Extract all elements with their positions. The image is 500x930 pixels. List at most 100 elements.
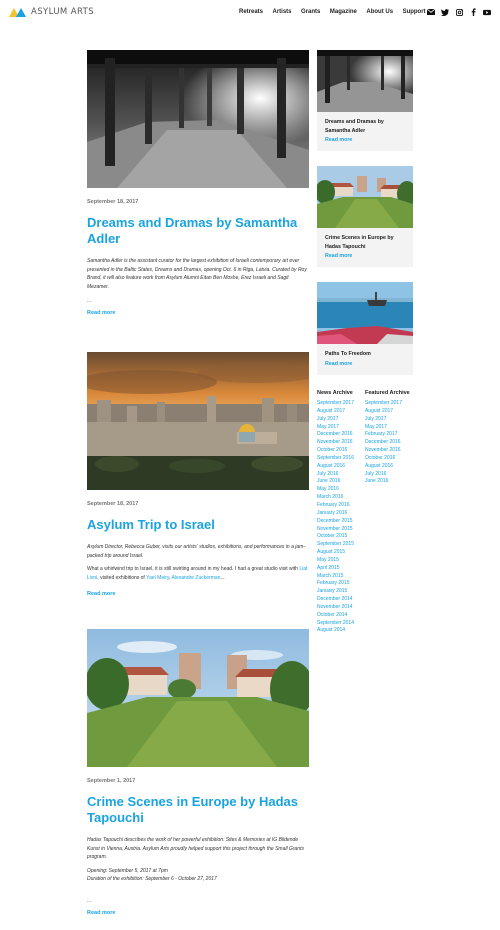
post-ellipsis: ...: [87, 897, 92, 904]
news-archive-item[interactable]: December 2015: [317, 518, 354, 526]
nav-grants[interactable]: Grants: [301, 9, 320, 15]
post-body-text: What a whirlwind trip to Israel, it is s…: [87, 566, 300, 572]
news-archive-item[interactable]: April 2015: [317, 565, 354, 573]
news-archive-item[interactable]: August 2015: [317, 549, 354, 557]
read-more-link[interactable]: Read more: [87, 910, 309, 916]
nav-magazine[interactable]: Magazine: [330, 9, 357, 15]
news-archive-item[interactable]: September 2015: [317, 541, 354, 549]
post-title[interactable]: Dreams and Dramas by Samantha Adler: [87, 215, 309, 247]
post-excerpt: Asylum Director, Rebecca Guber, visits o…: [87, 544, 305, 559]
featured-archive-item[interactable]: February 2017: [365, 431, 410, 439]
featured-archive-item[interactable]: August 2017: [365, 408, 410, 416]
site-logo[interactable]: ASYLUM ARTS: [9, 7, 94, 17]
sidebar-card-title[interactable]: Paths To Freedom: [317, 344, 413, 359]
news-archive-item[interactable]: November 2015: [317, 526, 354, 534]
mail-icon[interactable]: [427, 8, 435, 16]
news-archive-heading: News Archive: [317, 390, 353, 396]
nav-support[interactable]: Support: [403, 9, 426, 15]
news-archive-item[interactable]: September 2016: [317, 455, 354, 463]
news-archive-item[interactable]: August 2016: [317, 463, 354, 471]
news-archive-item[interactable]: August 2014: [317, 627, 354, 635]
sidebar-card-crime-scenes[interactable]: Crime Scenes in Europe by Hadas Tapouchi…: [317, 166, 413, 267]
facebook-icon[interactable]: [469, 8, 477, 16]
sidebar-card-dreams-and-dramas[interactable]: Dreams and Dramas by Samantha Adler Read…: [317, 50, 413, 151]
post-body-text: , visited exhibitions of: [97, 574, 147, 581]
featured-archive-item[interactable]: August 2016: [365, 463, 410, 471]
news-archive-item[interactable]: February 2016: [317, 502, 354, 510]
news-archive-item[interactable]: October 2015: [317, 533, 354, 541]
news-archive-item[interactable]: September 2017: [317, 400, 354, 408]
featured-archive-item[interactable]: November 2016: [365, 447, 410, 455]
post-duration: Duration of the exhibition: September 6 …: [87, 876, 217, 882]
twitter-icon[interactable]: [441, 8, 449, 16]
news-archive-item[interactable]: November 2014: [317, 604, 354, 612]
news-archive-item[interactable]: March 2015: [317, 573, 354, 581]
news-archive-item[interactable]: March 2016: [317, 494, 354, 502]
news-archive-item[interactable]: November 2016: [317, 439, 354, 447]
post-asylum-trip-to-israel: September 18, 2017 Asylum Trip to Israel…: [87, 352, 309, 597]
post-title[interactable]: Asylum Trip to Israel: [87, 517, 309, 533]
news-archive-item[interactable]: January 2016: [317, 510, 354, 518]
post-crime-scenes-in-europe: September 1, 2017 Crime Scenes in Europe…: [87, 629, 309, 916]
youtube-icon[interactable]: [483, 8, 491, 16]
sidebar-card-image[interactable]: [317, 282, 413, 344]
post-body-text: ...: [220, 574, 225, 581]
post-date: September 1, 2017: [87, 778, 136, 784]
site-header: ASYLUM ARTS Retreats Artists Grants Maga…: [0, 0, 500, 26]
social-icons: [427, 8, 491, 16]
sidebar-card-read-more[interactable]: Read more: [317, 135, 413, 151]
news-archive-item[interactable]: February 2015: [317, 580, 354, 588]
instagram-icon[interactable]: [455, 8, 463, 16]
news-archive-list: September 2017 August 2017 July 2017 May 20…: [317, 400, 354, 635]
sidebar-card-read-more[interactable]: Read more: [317, 359, 413, 375]
post-date: September 18, 2017: [87, 501, 139, 507]
news-archive-item[interactable]: May 2016: [317, 486, 354, 494]
featured-archive-item[interactable]: July 2017: [365, 416, 410, 424]
read-more-link[interactable]: Read more: [87, 310, 309, 316]
news-archive-item[interactable]: May 2017: [317, 424, 354, 432]
news-archive-item[interactable]: July 2016: [317, 471, 354, 479]
sidebar-card-title[interactable]: Crime Scenes in Europe by Hadas Tapouchi: [317, 228, 413, 251]
news-archive-item[interactable]: July 2017: [317, 416, 354, 424]
read-more-link[interactable]: Read more: [87, 591, 309, 597]
sidebar-card-read-more[interactable]: Read more: [317, 251, 413, 267]
featured-archive-item[interactable]: October 2016: [365, 455, 410, 463]
news-archive-item[interactable]: January 2015: [317, 588, 354, 596]
sidebar-card-paths-to-freedom[interactable]: Paths To Freedom Read more: [317, 282, 413, 375]
news-archive-item[interactable]: December 2016: [317, 431, 354, 439]
news-archive-item[interactable]: October 2014: [317, 612, 354, 620]
post-opening: Opening: September 5, 2017 at 7pm: [87, 867, 168, 874]
post-image-warehouse[interactable]: [87, 50, 309, 188]
featured-archive-item[interactable]: December 2016: [365, 439, 410, 447]
logo-text: ASYLUM ARTS: [31, 7, 95, 17]
news-archive-item[interactable]: May 2015: [317, 557, 354, 565]
news-archive-item[interactable]: September 2014: [317, 620, 354, 628]
post-image-courtyard[interactable]: [87, 629, 309, 767]
news-archive-item[interactable]: December 2014: [317, 596, 354, 604]
featured-archive-item[interactable]: June 2016: [365, 478, 410, 486]
nav-artists[interactable]: Artists: [273, 9, 292, 15]
featured-archive-item[interactable]: May 2017: [365, 424, 410, 432]
sidebar-card-image[interactable]: [317, 166, 413, 228]
post-body: What a whirlwind trip to Israel, it is s…: [87, 565, 309, 582]
featured-archive-item[interactable]: September 2017: [365, 400, 410, 408]
nav-retreats[interactable]: Retreats: [239, 9, 263, 15]
post-title[interactable]: Crime Scenes in Europe by Hadas Tapouchi: [87, 794, 309, 826]
post-image-jerusalem[interactable]: [87, 352, 309, 490]
news-archive-item[interactable]: August 2017: [317, 408, 354, 416]
main-nav: Retreats Artists Grants Magazine About U…: [239, 9, 435, 15]
post-excerpt: Hadas Tapouchi describes the work of her…: [87, 837, 304, 860]
featured-archive: Featured Archive September 2017 August 20…: [365, 390, 410, 486]
featured-archive-heading: Featured Archive: [365, 390, 410, 396]
nav-about-us[interactable]: About Us: [366, 9, 393, 15]
artist-link-alexandre-zuckerman[interactable]: Alexandre Zuckerman: [172, 575, 221, 581]
post-ellipsis: ...: [87, 298, 92, 304]
news-archive: News Archive September 2017 August 2017 Ju…: [317, 390, 354, 635]
post-dreams-and-dramas: September 18, 2017 Dreams and Dramas by …: [87, 50, 309, 316]
news-archive-item[interactable]: June 2016: [317, 478, 354, 486]
featured-archive-item[interactable]: July 2016: [365, 471, 410, 479]
sidebar-card-image[interactable]: [317, 50, 413, 112]
sidebar-card-title[interactable]: Dreams and Dramas by Samantha Adler: [317, 112, 413, 135]
artist-link-yael-meiry[interactable]: Yael Meiry: [146, 575, 169, 581]
news-archive-item[interactable]: October 2016: [317, 447, 354, 455]
